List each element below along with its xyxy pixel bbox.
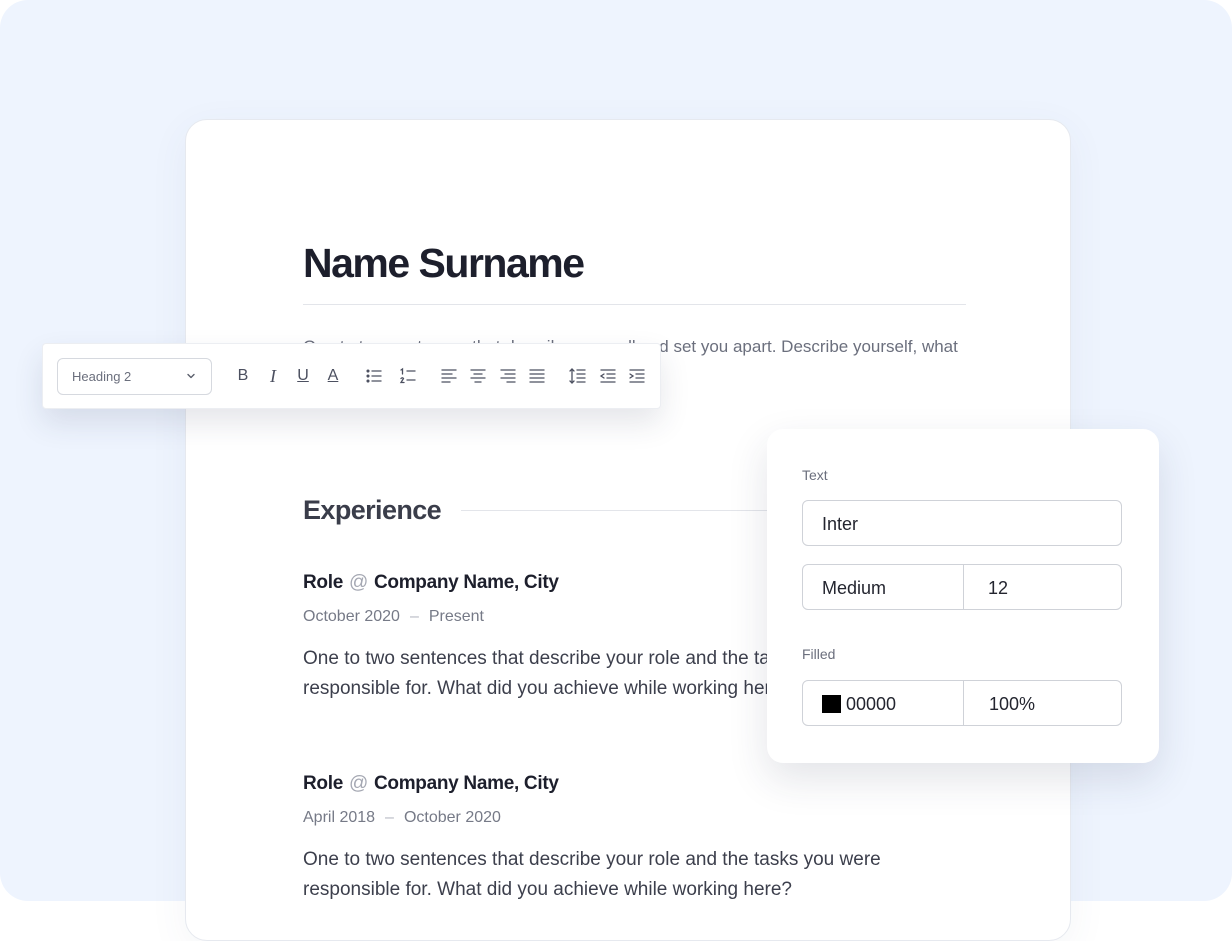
bulleted-list-icon[interactable] [364,366,384,386]
name-divider [303,304,966,305]
text-style-select[interactable]: Heading 2 [57,358,212,395]
align-left-icon[interactable] [439,366,459,386]
job-start-date: April 2018 [303,809,376,826]
text-style-value: Heading 2 [72,369,132,384]
job-company: Company Name, City [373,773,559,794]
job-title[interactable]: Role @ Company Name, City [303,773,966,795]
italic-button[interactable]: I [263,366,283,386]
font-weight-value[interactable]: Medium [822,578,886,599]
line-height-icon[interactable] [568,366,588,386]
text-color-button[interactable]: A [323,366,343,386]
font-family-field[interactable]: Inter [802,500,1122,546]
at-symbol: @ [348,773,368,794]
formatting-toolbar: Heading 2 B I U A [42,343,661,409]
align-right-icon[interactable] [498,366,518,386]
date-separator: – [409,608,419,625]
bold-button[interactable]: B [233,366,253,386]
job-description[interactable]: One to two sentences that describe your … [303,845,923,905]
fill-section-label: Filled [802,646,836,662]
chevron-down-icon [187,373,195,379]
text-section-label: Text [802,467,828,483]
text-properties-panel: Text Inter Medium 12 Filled 00000 100% [767,429,1159,763]
field-divider [963,565,964,609]
indent-icon[interactable] [627,366,647,386]
at-symbol: @ [348,572,368,593]
section-title-experience[interactable]: Experience [303,495,442,526]
align-justify-icon[interactable] [527,366,547,386]
job-role: Role [303,572,343,593]
job-dates[interactable]: April 2018– October 2020 [303,809,966,827]
fill-opacity-value[interactable]: 100% [989,694,1035,715]
fill-color-swatch[interactable] [822,695,841,713]
fill-hex-value[interactable]: 00000 [846,694,896,715]
font-size-value[interactable]: 12 [988,578,1008,599]
numbered-list-icon[interactable] [398,366,418,386]
underline-button[interactable]: U [293,366,313,386]
font-family-value: Inter [822,514,859,534]
font-weight-size-field: Medium 12 [802,564,1122,610]
outdent-icon[interactable] [598,366,618,386]
field-divider [963,681,964,725]
align-center-icon[interactable] [468,366,488,386]
date-separator: – [385,809,394,826]
job-end-date: Present [428,608,484,625]
fill-field: 00000 100% [802,680,1122,726]
job-start-date: October 2020 [303,608,400,625]
resume-name[interactable]: Name Surname [303,240,585,287]
job-role: Role [303,773,343,794]
experience-entry: Role @ Company Name, City April 2018– Octob… [303,773,966,905]
job-end-date: October 2020 [403,809,501,826]
job-company: Company Name, City [373,572,559,593]
